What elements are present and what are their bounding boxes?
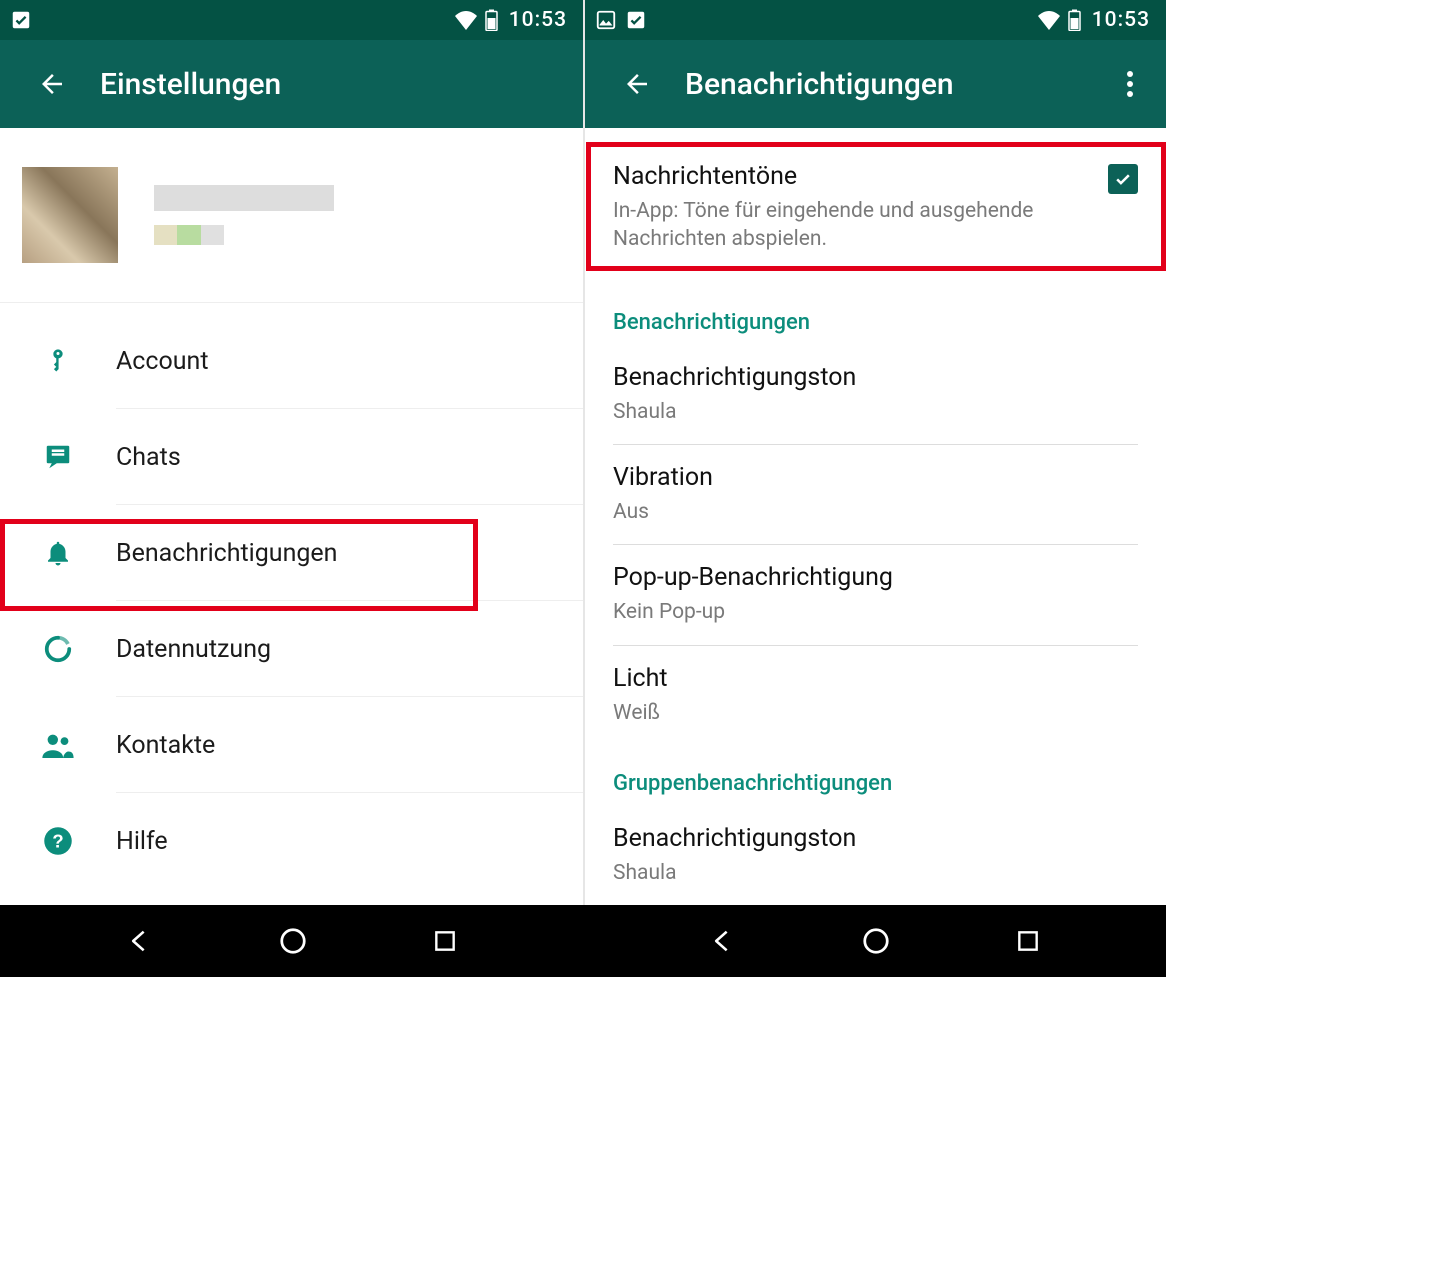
help-icon: ?: [0, 826, 116, 856]
wifi-icon: [1037, 10, 1061, 30]
page-title: Benachrichtigungen: [685, 67, 954, 102]
section-header: Gruppenbenachrichtigungen: [585, 745, 1166, 806]
page-title: Einstellungen: [100, 67, 281, 102]
back-button[interactable]: [619, 69, 655, 99]
row-subtitle: Shaula: [613, 859, 1138, 887]
donut-icon: [0, 634, 116, 664]
battery-icon: [484, 9, 499, 31]
settings-item-label: Benachrichtigungen: [116, 539, 337, 568]
conversation-tones-row[interactable]: Nachrichtentöne In-App: Töne für eingehe…: [585, 128, 1166, 284]
settings-screen: 10:53 Einstellungen Account Chats Benachri…: [0, 0, 583, 905]
row-title: Benachrichtigungston: [613, 363, 1138, 392]
contacts-icon: [0, 732, 116, 758]
key-icon: [0, 347, 116, 375]
row-title: Licht: [613, 664, 1138, 693]
notification-setting-row[interactable]: Benachrichtigungston Shaula: [585, 806, 1166, 905]
conversation-tones-checkbox[interactable]: [1108, 164, 1138, 194]
settings-item-label: Hilfe: [116, 827, 168, 856]
row-subtitle: In-App: Töne für eingehende und ausgehen…: [613, 197, 1086, 254]
nav-home-button[interactable]: [861, 926, 891, 956]
settings-item-label: Chats: [116, 443, 181, 472]
status-clock: 10:53: [509, 8, 567, 32]
notification-setting-row[interactable]: Vibration Aus: [585, 445, 1166, 544]
settings-item-data[interactable]: Datennutzung: [0, 601, 583, 697]
app-bar: Einstellungen: [0, 40, 583, 128]
row-subtitle: Weiß: [613, 699, 1138, 727]
settings-menu-list: Account Chats Benachrichtigungen Datennutzu…: [0, 303, 583, 889]
row-subtitle: Aus: [613, 498, 1138, 526]
status-bar: 10:53: [0, 0, 583, 40]
image-status-icon: [595, 9, 617, 31]
settings-item-label: Kontakte: [116, 731, 215, 760]
app-bar: Benachrichtigungen: [585, 40, 1166, 128]
avatar: [22, 167, 118, 263]
bell-icon: [0, 538, 116, 568]
checkbox-status-icon: [625, 9, 647, 31]
overflow-menu-button[interactable]: [1116, 64, 1144, 104]
settings-item-label: Datennutzung: [116, 635, 271, 664]
notification-setting-row[interactable]: Pop-up-Benachrichtigung Kein Pop-up: [585, 545, 1166, 644]
row-title: Pop-up-Benachrichtigung: [613, 563, 1138, 592]
section-header: Benachrichtigungen: [585, 284, 1166, 345]
nav-back-button[interactable]: [708, 927, 736, 955]
nav-recents-button[interactable]: [1015, 928, 1041, 954]
row-title: Benachrichtigungston: [613, 824, 1138, 853]
nav-home-button[interactable]: [278, 926, 308, 956]
nav-back-button[interactable]: [125, 927, 153, 955]
profile-row[interactable]: [0, 128, 583, 303]
row-title: Nachrichtentöne: [613, 162, 1086, 191]
settings-item-chats[interactable]: Chats: [0, 409, 583, 505]
checkbox-status-icon: [10, 9, 32, 31]
status-clock: 10:53: [1092, 8, 1150, 32]
row-subtitle: Kein Pop-up: [613, 598, 1138, 626]
settings-item-contacts[interactable]: Kontakte: [0, 697, 583, 793]
row-title: Vibration: [613, 463, 1138, 492]
notifications-screen: 10:53 Benachrichtigungen Nachrichtentöne…: [583, 0, 1166, 905]
svg-text:?: ?: [52, 830, 63, 851]
settings-item-label: Account: [116, 347, 209, 376]
back-button[interactable]: [34, 69, 70, 99]
settings-item-account[interactable]: Account: [0, 313, 583, 409]
chat-icon: [0, 442, 116, 472]
notification-setting-row[interactable]: Licht Weiß: [585, 646, 1166, 745]
settings-item-help[interactable]: ? Hilfe: [0, 793, 583, 889]
wifi-icon: [454, 10, 478, 30]
nav-recents-button[interactable]: [432, 928, 458, 954]
notification-setting-row[interactable]: Benachrichtigungston Shaula: [585, 345, 1166, 444]
settings-item-notif[interactable]: Benachrichtigungen: [0, 505, 583, 601]
battery-icon: [1067, 9, 1082, 31]
profile-name-blurred: [154, 185, 334, 211]
android-nav-bar: [0, 905, 1166, 977]
status-bar: 10:53: [585, 0, 1166, 40]
profile-status-blurred: [154, 225, 224, 245]
row-subtitle: Shaula: [613, 398, 1138, 426]
